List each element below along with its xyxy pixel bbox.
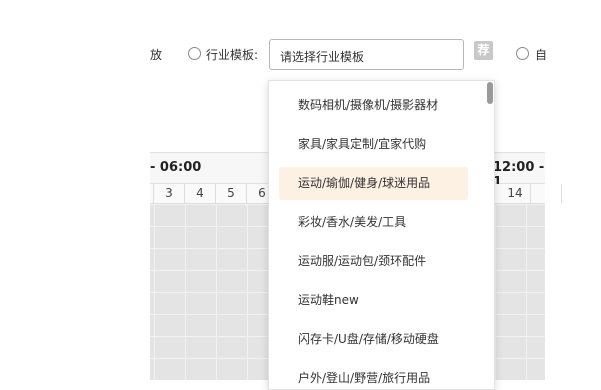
hour-cell: 3 (154, 184, 185, 203)
industry-template-select-value: 请选择行业模板 (280, 50, 365, 64)
recommend-icon[interactable]: 荐 (474, 41, 493, 60)
dropdown-option[interactable]: 数码相机/摄像机/摄影器材 (279, 89, 468, 122)
dropdown-option[interactable]: 运动鞋new (279, 284, 468, 317)
hour-cell (531, 184, 562, 203)
dropdown-option[interactable]: 运动服/运动包/颈环配件 (279, 245, 468, 278)
dropdown-option-highlighted[interactable]: 运动/瑜伽/健身/球迷用品 (279, 167, 468, 200)
option-fragment-right: 自 (535, 48, 548, 62)
dropdown-option[interactable]: 闪存卡/U盘/存储/移动硬盘 (279, 323, 468, 356)
option-fragment-left: 放 (150, 48, 163, 62)
custom-radio[interactable] (516, 47, 529, 60)
hour-cell: 5 (216, 184, 247, 203)
time-range-left: - 06:00 (150, 160, 202, 175)
industry-template-label: 行业模板: (206, 48, 259, 62)
dropdown-option[interactable]: 家具/家具定制/宜家代购 (279, 128, 468, 161)
industry-template-select[interactable]: 请选择行业模板 (269, 39, 464, 70)
industry-template-dropdown: 数码相机/摄像机/摄影器材 家具/家具定制/宜家代购 运动/瑜伽/健身/球迷用品… (268, 80, 495, 390)
industry-template-radio[interactable] (188, 47, 201, 60)
dropdown-option[interactable]: 彩妆/香水/美发/工具 (279, 206, 468, 239)
hour-cell: 4 (185, 184, 216, 203)
hour-cell (123, 184, 154, 203)
hour-cell: 14 (500, 184, 531, 203)
dropdown-option[interactable]: 户外/登山/野营/旅行用品 (279, 362, 468, 389)
dropdown-scrollbar[interactable] (487, 82, 493, 104)
